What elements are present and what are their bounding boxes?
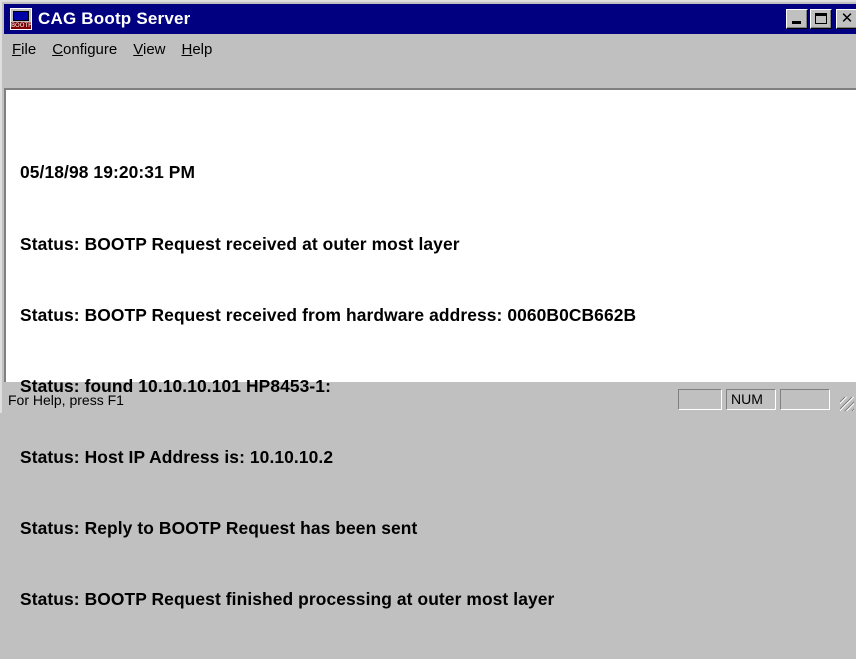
bootp-app-icon[interactable]: BOOTP — [10, 8, 32, 30]
menu-file-label: ile — [21, 40, 37, 58]
close-icon: ✕ — [840, 9, 854, 27]
log-line: Status: BOOTP Request received at outer … — [20, 233, 460, 254]
title-bar[interactable]: BOOTP CAG Bootp Server ✕ — [4, 4, 856, 34]
minimize-icon — [792, 21, 801, 24]
caps-indicator — [678, 389, 722, 410]
menu-view-label: iew — [142, 40, 166, 58]
monitor-icon-screen — [13, 11, 29, 21]
log-line: 05/18/98 19:20:31 PM — [20, 162, 196, 183]
log-line: Status: BOOTP Request finished processin… — [20, 589, 555, 610]
menu-file[interactable]: File — [4, 41, 44, 58]
log-view[interactable]: 05/18/98 19:20:31 PM Status: BOOTP Reque… — [4, 88, 856, 609]
menu-help-label: elp — [192, 40, 213, 58]
log-line: Status: Host IP Address is: 10.10.10.2 — [20, 446, 334, 467]
window-controls: ✕ — [786, 9, 856, 29]
minimize-button[interactable] — [786, 9, 808, 29]
app-icon-label: BOOTP — [11, 22, 32, 29]
status-help-text: For Help, press F1 — [8, 391, 124, 408]
menu-configure-label: onfigure — [63, 40, 118, 58]
scroll-lock-indicator — [780, 389, 830, 410]
menu-help-accel: H — [181, 40, 193, 58]
menu-view-accel: V — [133, 40, 143, 58]
menu-help[interactable]: Help — [174, 41, 221, 58]
resize-grip-icon[interactable] — [840, 397, 854, 411]
close-button[interactable]: ✕ — [836, 9, 856, 29]
menu-bar: File Configure View Help — [4, 36, 220, 62]
log-line: Status: Reply to BOOTP Request has been … — [20, 517, 418, 538]
num-lock-indicator: NUM — [726, 389, 776, 410]
menu-configure-accel: C — [52, 40, 64, 58]
maximize-button[interactable] — [810, 9, 832, 29]
window-title: CAG Bootp Server — [38, 9, 191, 28]
log-line: Status: BOOTP Request received from hard… — [20, 304, 637, 325]
maximize-icon — [815, 13, 827, 24]
app-window: BOOTP CAG Bootp Server ✕ File Configure … — [0, 0, 856, 609]
menu-file-accel: F — [12, 40, 22, 58]
menu-configure[interactable]: Configure — [44, 41, 125, 58]
status-bar: For Help, press F1 NUM — [4, 386, 856, 413]
menu-view[interactable]: View — [125, 41, 173, 58]
